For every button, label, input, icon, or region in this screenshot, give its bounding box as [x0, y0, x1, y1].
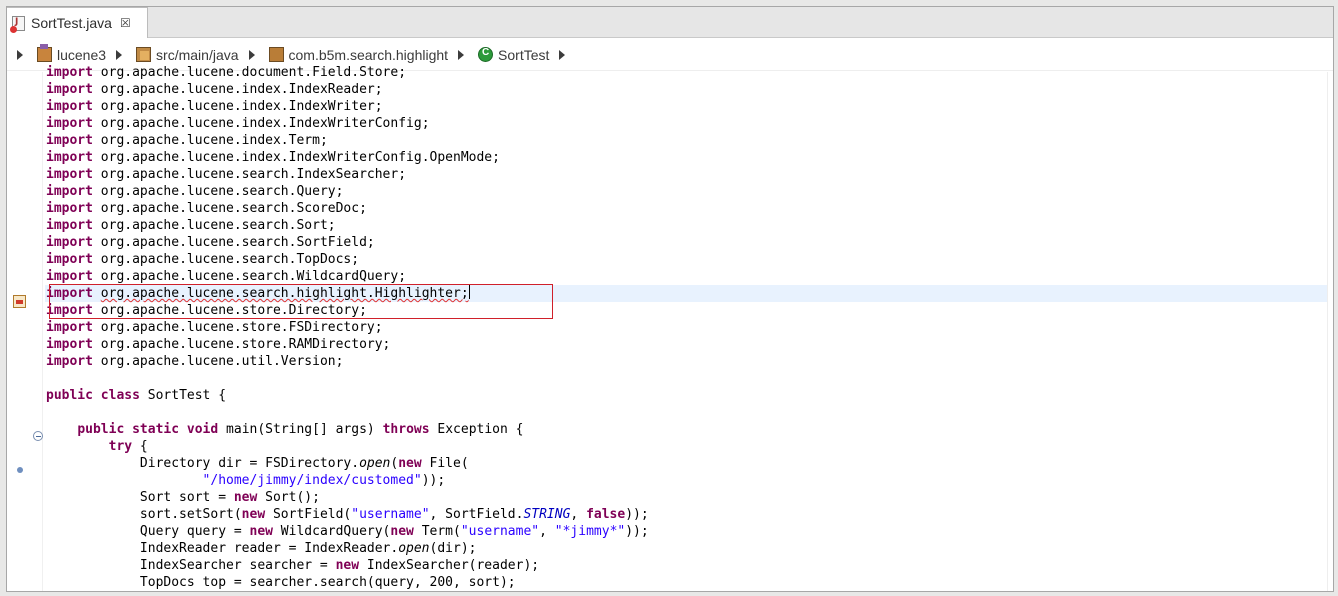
fold-collapse-icon[interactable]: [33, 431, 43, 441]
breadcrumb-label: SortTest: [498, 46, 550, 63]
code-line: import org.apache.lucene.index.IndexRead…: [46, 82, 383, 97]
error-marker-icon[interactable]: [13, 295, 26, 308]
class-icon: [478, 47, 494, 62]
code-line: import org.apache.lucene.index.IndexWrit…: [46, 116, 430, 131]
editor-gutter[interactable]: [7, 72, 43, 591]
code-line: import org.apache.lucene.index.IndexWrit…: [46, 99, 383, 114]
code-line: import org.apache.lucene.store.FSDirecto…: [46, 320, 383, 335]
code-line: sort.setSort(new SortField("username", S…: [139, 507, 649, 522]
tab-sorttest-java[interactable]: SortTest.java ☒: [7, 7, 148, 38]
breadcrumb-arrow-icon[interactable]: [17, 49, 23, 60]
code-line: IndexReader reader = IndexReader.open(di…: [139, 541, 477, 556]
code-line: Query query = new WildcardQuery(new Term…: [139, 524, 649, 539]
project-icon: [37, 44, 52, 62]
package-icon: [268, 47, 284, 62]
code-line: IndexSearcher searcher = new IndexSearch…: [139, 558, 540, 573]
breadcrumb-label: lucene3: [57, 46, 107, 63]
breadcrumb-item-class[interactable]: SortTest: [478, 47, 549, 63]
breadcrumb-arrow-icon[interactable]: [116, 49, 123, 60]
breadcrumb-arrow-icon[interactable]: [559, 49, 566, 60]
code-line: import org.apache.lucene.search.IndexSea…: [46, 167, 407, 182]
code-line: public static void main(String[] args) t…: [77, 422, 524, 437]
breadcrumb-item-project[interactable]: lucene3: [37, 44, 107, 63]
close-tab-icon[interactable]: ☒: [120, 16, 131, 30]
code-line: Sort sort = new Sort();: [139, 490, 320, 505]
code-line: import org.apache.lucene.search.SortFiel…: [46, 235, 375, 250]
annotation-highlight-box: [49, 284, 553, 319]
code-line: import org.apache.lucene.search.ScoreDoc…: [46, 201, 367, 216]
code-line: TopDocs top = searcher.search(query, 200…: [139, 575, 516, 590]
code-line: import org.apache.lucene.document.Field.…: [46, 65, 407, 80]
code-line: "/home/jimmy/index/customed"));: [202, 473, 446, 488]
code-line: public class SortTest {: [46, 388, 227, 403]
code-line: import org.apache.lucene.search.Wildcard…: [46, 269, 407, 284]
editor-window: SortTest.java ☒ lucene3 src/main/java co…: [6, 6, 1334, 592]
code-line: import org.apache.lucene.search.Query;: [46, 184, 344, 199]
occurrence-marker-icon: [17, 467, 23, 473]
editor-tab-bar: SortTest.java ☒: [7, 7, 1333, 38]
overview-ruler[interactable]: [1327, 72, 1333, 591]
breadcrumb-arrow-icon[interactable]: [458, 49, 465, 60]
code-editor[interactable]: import org.apache.lucene.document.Field.…: [7, 65, 1333, 591]
breadcrumb-item-source-folder[interactable]: src/main/java: [136, 46, 239, 63]
source-folder-icon: [136, 47, 152, 62]
code-area[interactable]: import org.apache.lucene.document.Field.…: [45, 65, 1333, 591]
tab-title: SortTest.java: [31, 15, 112, 31]
code-line: import org.apache.lucene.util.Version;: [46, 354, 344, 369]
code-line: try {: [108, 439, 148, 454]
code-line: import org.apache.lucene.store.RAMDirect…: [46, 337, 391, 352]
java-file-error-icon: [10, 15, 25, 33]
code-line: import org.apache.lucene.index.IndexWrit…: [46, 150, 500, 165]
code-line: import org.apache.lucene.index.Term;: [46, 133, 328, 148]
breadcrumb-item-package[interactable]: com.b5m.search.highlight: [268, 46, 449, 63]
breadcrumb-label: com.b5m.search.highlight: [288, 46, 449, 63]
code-line: Directory dir = FSDirectory.open(new Fil…: [139, 456, 469, 471]
code-line: import org.apache.lucene.search.TopDocs;: [46, 252, 360, 267]
code-line: import org.apache.lucene.search.Sort;: [46, 218, 336, 233]
breadcrumb-label: src/main/java: [156, 46, 239, 63]
breadcrumb-arrow-icon[interactable]: [248, 49, 255, 60]
